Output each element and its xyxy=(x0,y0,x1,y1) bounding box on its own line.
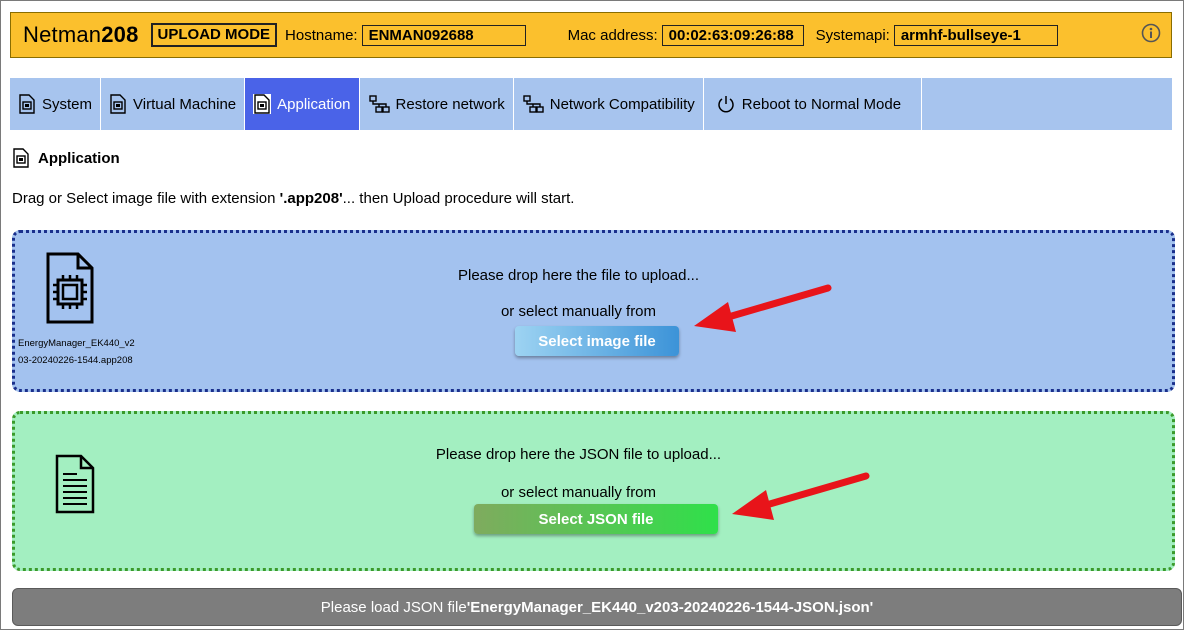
select-json-file-button[interactable]: Select JSON file xyxy=(474,504,718,534)
tab-application[interactable]: Application xyxy=(245,78,360,130)
tab-bar: System Virtual Machine Application Resto… xyxy=(10,78,1172,130)
image-drop-zone[interactable]: EnergyManager_EK440_v2 03-20240226-1544.… xyxy=(12,230,1175,392)
network-icon xyxy=(368,95,390,113)
select-manually-text: or select manually from xyxy=(500,484,657,501)
drop-prompt-json: Please drop here the JSON file to upload… xyxy=(435,446,722,463)
chip-icon xyxy=(253,94,272,114)
tab-label: Virtual Machine xyxy=(133,95,237,113)
select-image-file-button[interactable]: Select image file xyxy=(515,326,679,356)
section-title: Application xyxy=(12,148,120,168)
top-header: Netman208 UPLOAD MODE Hostname: ENMAN092… xyxy=(10,12,1172,58)
tab-system[interactable]: System xyxy=(10,78,102,130)
systemapi-label: Systemapi: xyxy=(815,26,890,44)
tab-label: Network Compatibility xyxy=(549,95,695,113)
tab-label: Reboot to Normal Mode xyxy=(741,95,902,113)
select-manually-text: or select manually from xyxy=(500,303,657,320)
file-name-caption: EnergyManager_EK440_v2 03-20240226-1544.… xyxy=(18,335,158,369)
status-file-name: 'EnergyManager_EK440_v203-20240226-1544-… xyxy=(466,598,874,616)
json-drop-zone[interactable]: Please drop here the JSON file to upload… xyxy=(12,411,1175,571)
mac-label: Mac address: xyxy=(567,26,658,44)
hostname-value: ENMAN092688 xyxy=(361,24,526,46)
hostname-label: Hostname: xyxy=(285,26,358,44)
mac-value: 00:02:63:09:26:88 xyxy=(661,24,804,46)
chip-icon xyxy=(19,94,35,114)
info-icon[interactable] xyxy=(1141,23,1161,43)
chip-icon xyxy=(13,148,29,168)
file-name-line2: 03-20240226-1544.app208 xyxy=(18,355,133,366)
desc-extension: '.app208' xyxy=(279,190,343,207)
status-bar: Please load JSON file 'EnergyManager_EK4… xyxy=(12,588,1182,626)
tab-label: Application xyxy=(277,95,351,113)
tab-reboot-normal-mode[interactable]: Reboot to Normal Mode xyxy=(704,78,922,130)
status-prefix: Please load JSON file xyxy=(320,598,467,616)
annotation-arrow xyxy=(694,284,832,332)
power-icon xyxy=(718,96,734,113)
drop-prompt: Please drop here the file to upload... xyxy=(458,267,699,284)
tab-virtual-machine[interactable]: Virtual Machine xyxy=(101,78,246,130)
desc-prefix: Drag or Select image file with extension xyxy=(12,190,280,207)
systemapi-value: armhf-bullseye-1 xyxy=(893,24,1058,46)
instruction-text: Drag or Select image file with extension… xyxy=(12,190,574,207)
page-title: Application xyxy=(38,149,120,167)
chip-icon xyxy=(110,94,126,114)
desc-suffix: ... then Upload procedure will start. xyxy=(342,190,575,207)
mode-badge: UPLOAD MODE xyxy=(150,23,278,47)
tab-restore-network[interactable]: Restore network xyxy=(360,78,514,130)
tab-label: Restore network xyxy=(395,95,505,113)
tab-network-compatibility[interactable]: Network Compatibility xyxy=(514,78,704,130)
tab-label: System xyxy=(42,95,93,113)
file-name-line1: EnergyManager_EK440_v2 xyxy=(18,338,135,349)
brand-logo: Netman208 xyxy=(23,22,139,47)
annotation-arrow xyxy=(732,472,870,520)
network-icon xyxy=(523,95,544,113)
